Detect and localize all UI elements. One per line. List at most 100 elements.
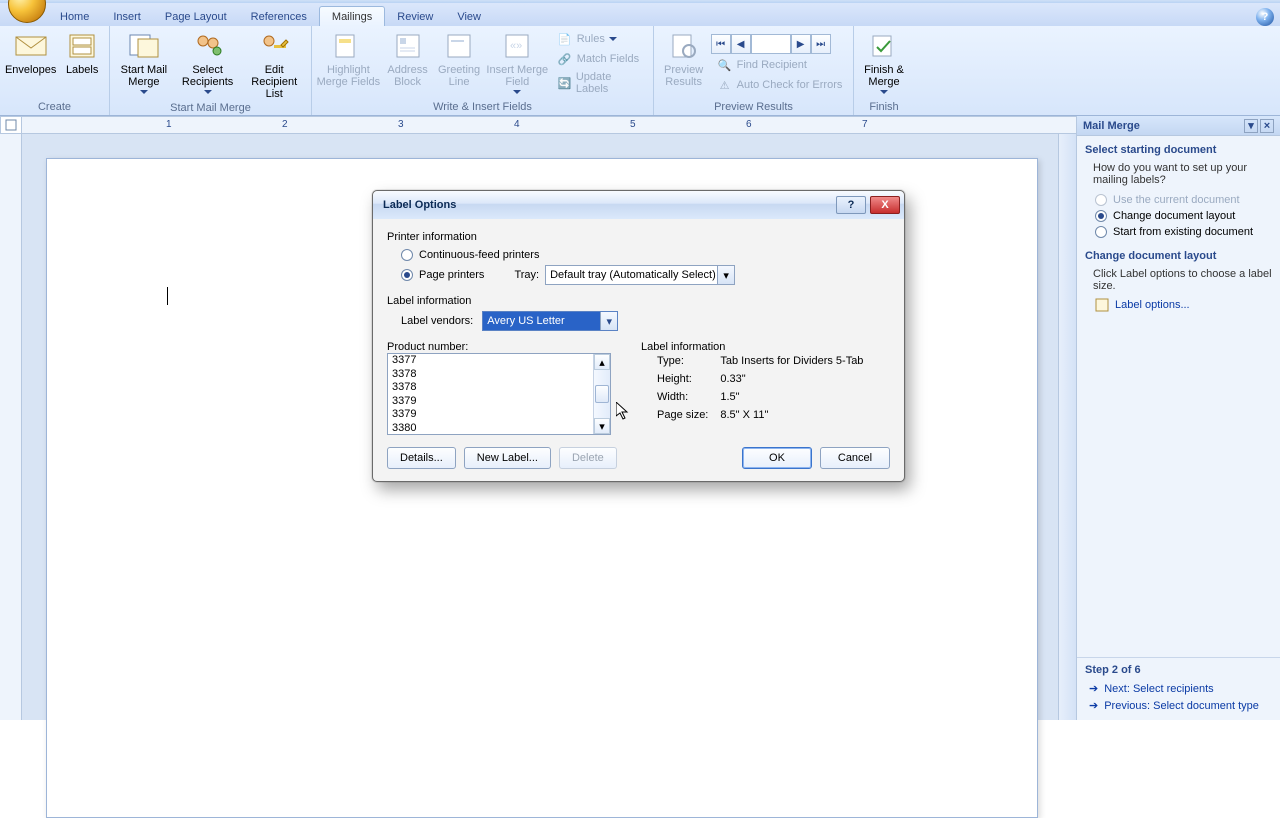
dialog-help-button[interactable]: ?: [836, 196, 866, 214]
ribbon-tabs: Home Insert Page Layout References Maili…: [0, 3, 1280, 26]
prev-record-button[interactable]: ◀: [731, 34, 751, 54]
vertical-ruler[interactable]: [0, 134, 22, 720]
address-block-button[interactable]: Address Block: [383, 28, 433, 88]
list-scrollbar[interactable]: ▴ ▾: [593, 354, 610, 434]
updatelabels-icon: 🔄: [557, 75, 572, 91]
label-info-label: Label information: [387, 295, 890, 307]
radio-continuous-feed[interactable]: [401, 249, 413, 261]
text-caret: [167, 287, 168, 305]
mouse-cursor: [616, 402, 630, 422]
find-recipient-button[interactable]: 🔍Find Recipient: [713, 56, 847, 74]
tab-mailings[interactable]: Mailings: [319, 6, 385, 26]
svg-text:«»: «»: [510, 40, 522, 52]
cancel-button[interactable]: Cancel: [820, 447, 890, 469]
chevron-down-icon: ▾: [600, 312, 617, 330]
pane-question: How do you want to set up your mailing l…: [1085, 160, 1272, 192]
pane-dropdown-icon[interactable]: ▾: [1244, 119, 1258, 133]
envelopes-button[interactable]: Envelopes: [4, 28, 57, 76]
tray-select[interactable]: Default tray (Automatically Select)▾: [545, 265, 735, 285]
envelope-icon: [15, 30, 47, 62]
group-label-write: Write & Insert Fields: [316, 99, 649, 115]
finish-icon: [868, 30, 900, 62]
tab-references[interactable]: References: [239, 7, 319, 26]
mail-merge-pane: Mail Merge ▾ × Select starting document …: [1076, 116, 1280, 720]
label-options-link[interactable]: Label options...: [1085, 296, 1272, 314]
tab-review[interactable]: Review: [385, 7, 445, 26]
match-fields-button[interactable]: 🔗Match Fields: [553, 50, 647, 68]
finish-merge-button[interactable]: Finish & Merge: [858, 28, 910, 96]
edit-recipient-list-button[interactable]: Edit Recipient List: [241, 28, 307, 100]
select-recipients-button[interactable]: Select Recipients: [176, 28, 240, 96]
radio-change-layout[interactable]: [1095, 210, 1107, 222]
insertfield-icon: «»: [501, 30, 533, 62]
mailmerge-icon: [128, 30, 160, 62]
product-number-list[interactable]: 3377 3378 3378 3379 3379 3380 ▴ ▾: [387, 353, 611, 435]
label-vendors-select[interactable]: Avery US Letter▾: [482, 311, 618, 331]
chevron-down-icon: ▾: [717, 266, 734, 284]
ribbon: Envelopes Labels Create Start Mail Merge…: [0, 26, 1280, 116]
list-item[interactable]: 3378: [388, 368, 593, 382]
highlight-merge-fields-button[interactable]: Highlight Merge Fields: [316, 28, 381, 88]
pane-title: Mail Merge: [1083, 120, 1140, 132]
greeting-line-button[interactable]: Greeting Line: [434, 28, 484, 88]
radio-page-printers[interactable]: [401, 269, 413, 281]
recipients-icon: [192, 30, 224, 62]
dialog-close-button[interactable]: X: [870, 196, 900, 214]
horizontal-ruler[interactable]: 1 2 3 4 5 6 7: [22, 116, 1076, 134]
highlight-icon: [332, 30, 364, 62]
product-number-label: Product number:: [387, 341, 611, 353]
scroll-up-icon[interactable]: ▴: [594, 354, 610, 370]
pane-desc: Click Label options to choose a label si…: [1085, 266, 1272, 296]
labels-icon: [66, 30, 98, 62]
next-step-link[interactable]: ➔Next: Select recipients: [1085, 680, 1272, 697]
group-label-create: Create: [4, 99, 105, 115]
list-item[interactable]: 3379: [388, 395, 593, 409]
last-record-button[interactable]: ⏭: [811, 34, 831, 54]
details-button[interactable]: Details...: [387, 447, 456, 469]
next-record-button[interactable]: ▶: [791, 34, 811, 54]
arrow-left-icon: ➔: [1089, 699, 1098, 712]
radio-use-current: [1095, 194, 1107, 206]
tab-insert[interactable]: Insert: [101, 7, 153, 26]
pane-close-icon[interactable]: ×: [1260, 119, 1274, 133]
vertical-scrollbar[interactable]: [1058, 134, 1076, 720]
group-label-preview: Preview Results: [658, 99, 849, 115]
group-label-startmm: Start Mail Merge: [114, 100, 307, 116]
label-info-table: Type:Tab Inserts for Dividers 5-Tab Heig…: [655, 353, 875, 427]
editlist-icon: [258, 30, 290, 62]
new-label-button[interactable]: New Label...: [464, 447, 551, 469]
delete-button: Delete: [559, 447, 617, 469]
tab-view[interactable]: View: [445, 7, 493, 26]
label-info-right-header: Label information: [641, 341, 875, 353]
label-options-dialog: Label Options ? X Printer information Co…: [372, 190, 905, 482]
labels-button[interactable]: Labels: [59, 28, 105, 76]
prev-step-link[interactable]: ➔Previous: Select document type: [1085, 697, 1272, 714]
step-label: Step 2 of 6: [1085, 664, 1272, 676]
insert-merge-field-button[interactable]: «» Insert Merge Field: [486, 28, 549, 96]
help-button[interactable]: ?: [1256, 8, 1274, 26]
ruler-corner[interactable]: [0, 116, 22, 134]
preview-results-button[interactable]: Preview Results: [659, 28, 709, 88]
scroll-down-icon[interactable]: ▾: [594, 418, 610, 434]
label-options-icon: [1095, 298, 1109, 312]
list-item[interactable]: 3379: [388, 408, 593, 422]
dialog-title: Label Options: [383, 199, 456, 211]
autocheck-icon: ⚠: [717, 77, 733, 93]
first-record-button[interactable]: ⏮: [711, 34, 731, 54]
radio-existing-doc[interactable]: [1095, 226, 1107, 238]
tab-home[interactable]: Home: [48, 7, 101, 26]
record-number-field[interactable]: [751, 34, 791, 54]
preview-icon: [668, 30, 700, 62]
list-item[interactable]: 3377: [388, 354, 593, 368]
list-item[interactable]: 3380: [388, 422, 593, 434]
ok-button[interactable]: OK: [742, 447, 812, 469]
list-item[interactable]: 3378: [388, 381, 593, 395]
tab-page-layout[interactable]: Page Layout: [153, 7, 239, 26]
start-mail-merge-button[interactable]: Start Mail Merge: [114, 28, 174, 96]
pane-section-change: Change document layout: [1085, 250, 1272, 262]
update-labels-button[interactable]: 🔄Update Labels: [553, 70, 647, 96]
find-icon: 🔍: [717, 57, 733, 73]
auto-check-button[interactable]: ⚠Auto Check for Errors: [713, 76, 847, 94]
rules-button[interactable]: 📄Rules: [553, 30, 647, 48]
arrow-right-icon: ➔: [1089, 682, 1098, 695]
